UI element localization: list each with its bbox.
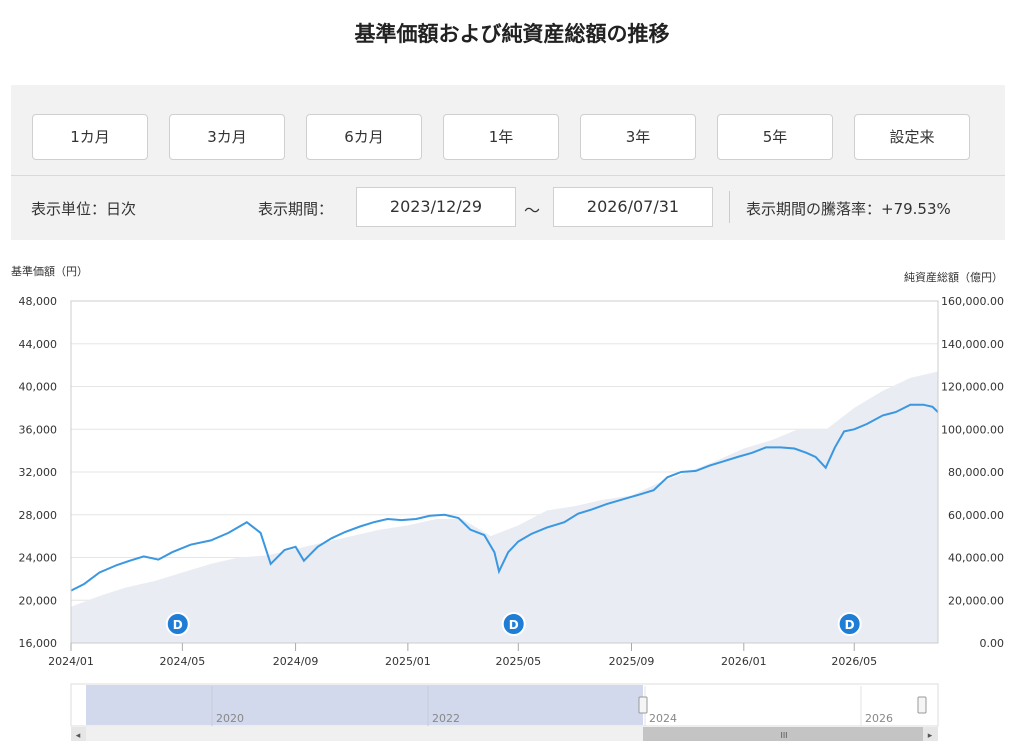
- date-range-tilde: ～: [524, 201, 541, 220]
- navigator-year-label: 2024: [649, 712, 677, 725]
- navigator-year-label: 2026: [865, 712, 893, 725]
- right-tick-label: 160,000.00: [941, 295, 1004, 308]
- x-tick-label: 2025/09: [609, 655, 655, 668]
- right-axis-title: 純資産総額（億円）: [904, 270, 1003, 284]
- period-1-month-button[interactable]: 1カ月: [32, 114, 148, 160]
- start-date-input[interactable]: 2023/12/29: [356, 187, 516, 227]
- dividend-marker-label: D: [509, 618, 519, 632]
- right-tick-label: 40,000.00: [948, 552, 1004, 565]
- controls-separator: [729, 191, 730, 223]
- dividend-marker-icon[interactable]: D: [837, 612, 862, 636]
- period-5-year-button[interactable]: 5年: [717, 114, 833, 160]
- left-tick-label: 44,000: [19, 338, 58, 351]
- left-tick-label: 32,000: [19, 466, 58, 479]
- left-tick-label: 20,000: [19, 594, 58, 607]
- left-tick-label: 48,000: [19, 295, 58, 308]
- left-tick-label: 28,000: [19, 509, 58, 522]
- end-date-input[interactable]: 2026/07/31: [553, 187, 713, 227]
- right-tick-label: 100,000.00: [941, 423, 1004, 436]
- display-unit-label: 表示単位：日次: [31, 200, 137, 218]
- right-tick-label: 140,000.00: [941, 338, 1004, 351]
- right-tick-label: 20,000.00: [948, 594, 1004, 607]
- scroll-right-arrow-icon: ▸: [928, 731, 933, 741]
- x-tick-label: 2024/05: [160, 655, 206, 668]
- x-tick-label: 2026/05: [831, 655, 877, 668]
- period-6-month-button[interactable]: 6カ月: [306, 114, 422, 160]
- navigator-year-label: 2022: [432, 712, 460, 725]
- right-tick-label: 0.00: [980, 637, 1005, 650]
- range-navigator[interactable]: 2020 2022 2024 2026 III ◂ ▸: [70, 683, 939, 741]
- scrollbar-grip-icon: III: [780, 731, 787, 740]
- left-tick-label: 24,000: [19, 552, 58, 565]
- dividend-marker-icon[interactable]: D: [165, 612, 190, 636]
- period-1-year-button[interactable]: 1年: [443, 114, 559, 160]
- x-tick-label: 2025/01: [385, 655, 431, 668]
- left-tick-label: 36,000: [19, 423, 58, 436]
- right-tick-label: 60,000.00: [948, 509, 1004, 522]
- right-tick-label: 80,000.00: [948, 466, 1004, 479]
- nav-chart: 基準価額（円） 純資産総額（億円） 48,000 44,000 40,000 36,0…: [11, 264, 1005, 741]
- x-tick-label: 2024/09: [273, 655, 319, 668]
- controls-divider: [11, 175, 1005, 176]
- display-period-label: 表示期間：: [258, 200, 334, 218]
- chart-controls: 1カ月 3カ月 6カ月 1年 3年 5年 設定来 表示単位：日次 表示期間： 2…: [11, 85, 1005, 240]
- navigator-window[interactable]: [86, 685, 643, 725]
- x-tick-label: 2024/01: [48, 655, 94, 668]
- navigator-right-handle[interactable]: [917, 696, 927, 714]
- dividend-marker-label: D: [845, 618, 855, 632]
- change-rate-label: 表示期間の騰落率：+79.53%: [746, 200, 951, 218]
- left-axis-title: 基準価額（円）: [11, 264, 88, 278]
- period-3-year-button[interactable]: 3年: [580, 114, 696, 160]
- period-3-month-button[interactable]: 3カ月: [169, 114, 285, 160]
- left-tick-label: 16,000: [19, 637, 58, 650]
- period-since-inception-button[interactable]: 設定来: [854, 114, 970, 160]
- x-tick-label: 2025/05: [495, 655, 541, 668]
- left-tick-label: 40,000: [19, 381, 58, 394]
- aum-area-series: [71, 371, 938, 643]
- right-tick-label: 120,000.00: [941, 381, 1004, 394]
- scroll-left-arrow-icon: ◂: [76, 731, 81, 741]
- navigator-year-label: 2020: [216, 712, 244, 725]
- x-tick-label: 2026/01: [721, 655, 767, 668]
- dividend-marker-icon[interactable]: D: [501, 612, 526, 636]
- chart-title: 基準価額および純資産総額の推移: [354, 22, 670, 46]
- dividend-marker-label: D: [173, 618, 183, 632]
- navigator-left-handle[interactable]: [638, 696, 648, 714]
